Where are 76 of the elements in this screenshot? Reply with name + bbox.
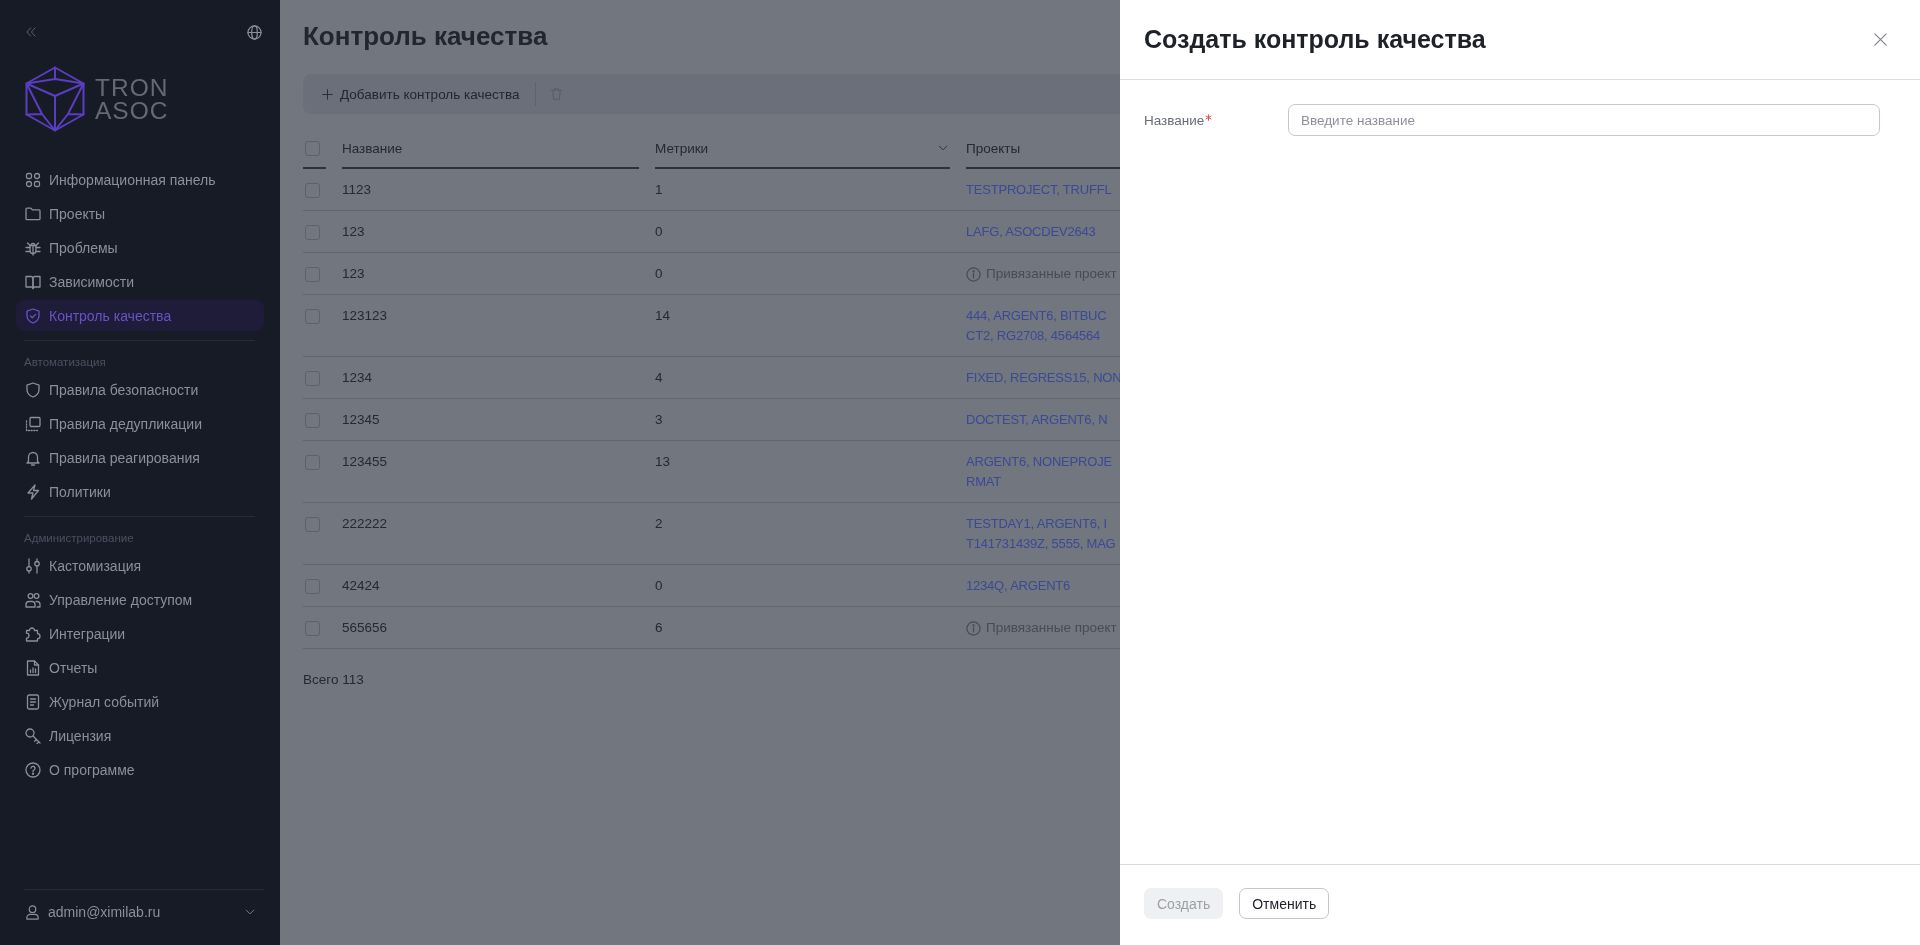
sidebar-item[interactable]: Информационная панель [16,164,264,195]
table-cell: 123455 [342,454,388,469]
sidebar-item[interactable]: Журнал событий [16,686,264,717]
table-cell: 123 [342,224,365,239]
sidebar-item[interactable]: О программе [16,754,264,785]
sidebar-item[interactable]: Зависимости [16,266,264,297]
sidebar-item[interactable]: Управление доступом [16,584,264,615]
table-cell: 0 [655,224,663,239]
column-header: Название [342,140,403,156]
table-cell: 2 [655,516,663,531]
table-cell: 12345 [342,412,380,427]
sidebar-item[interactable]: Кастомизация [16,550,264,581]
plus-icon [322,88,333,100]
table-cell: 565656 [342,620,388,635]
sidebar-item[interactable]: Проекты [16,198,264,229]
sidebar-item[interactable]: Проблемы [16,232,264,263]
page-title: Контроль качества [303,20,549,53]
sidebar-item[interactable]: Интеграции [16,618,264,649]
table-cell: 1 [655,182,663,197]
table-cell: 13 [655,454,671,469]
grid-icon [25,171,41,188]
lightning-icon [25,483,41,500]
cancel-button[interactable]: Отменить [1239,888,1330,919]
table-cell: 42424 [342,578,380,593]
globe-icon[interactable] [247,24,262,40]
table-cell: 222222 [342,516,388,531]
table-cell: 0 [655,266,663,281]
users-icon [25,591,41,608]
shield-check-icon [25,307,41,324]
table-cell: 6 [655,620,663,635]
document-icon [25,693,41,710]
sidebar-item[interactable]: Правила реагирования [16,442,264,473]
puzzle-icon [25,625,41,642]
help-icon [25,761,41,778]
table-cell: 4 [655,370,663,385]
add-button[interactable]: Добавить контроль качества [318,80,524,108]
book-icon [25,273,41,290]
section-label: Автоматизация [23,355,107,369]
info-icon [966,620,981,636]
table-cell: 1234 [342,370,373,385]
report-icon [25,659,41,676]
sidebar-item[interactable]: Контроль качества [16,300,264,331]
sidebar-item[interactable]: Лицензия [16,720,264,751]
table-cell: 123 [342,266,365,281]
chevron-down-icon [245,907,255,917]
table-cell: 1123 [342,182,372,197]
info-icon [966,266,981,282]
table-cell: 123123 [342,308,388,323]
field-label: Название [1144,112,1205,128]
sidebar-item[interactable]: Отчеты [16,652,264,683]
close-icon[interactable] [1874,33,1887,46]
section-label: Администрирование [23,531,135,545]
total-count: Всего 113 [303,671,364,689]
sidebar-item[interactable]: Политики [16,476,264,507]
chevron-down-icon[interactable] [938,143,948,153]
collapse-icon[interactable] [25,26,37,38]
cube-logo-icon [25,66,85,132]
bell-icon [25,449,41,466]
folder-icon [25,205,41,222]
user-menu[interactable]: admin@ximilab.ru [16,898,264,926]
column-header: Проекты [966,140,1021,156]
logo-text: TRON ASOC [95,76,169,122]
sidebar-item[interactable]: Правила безопасности [16,374,264,405]
table-cell: 3 [655,412,663,427]
sidebar-item[interactable]: Правила дедупликации [16,408,264,439]
user-icon [25,904,40,920]
table-cell: 0 [655,578,663,593]
sliders-icon [25,557,41,574]
column-header: Метрики [655,140,709,156]
key-icon [25,727,41,744]
table-cell: 14 [655,308,671,323]
name-input[interactable]: Введите название [1288,104,1880,136]
copy-icon [25,415,41,432]
shield-icon [25,381,41,398]
bug-icon [25,239,41,256]
drawer-title: Создать контроль качества [1144,25,1486,54]
